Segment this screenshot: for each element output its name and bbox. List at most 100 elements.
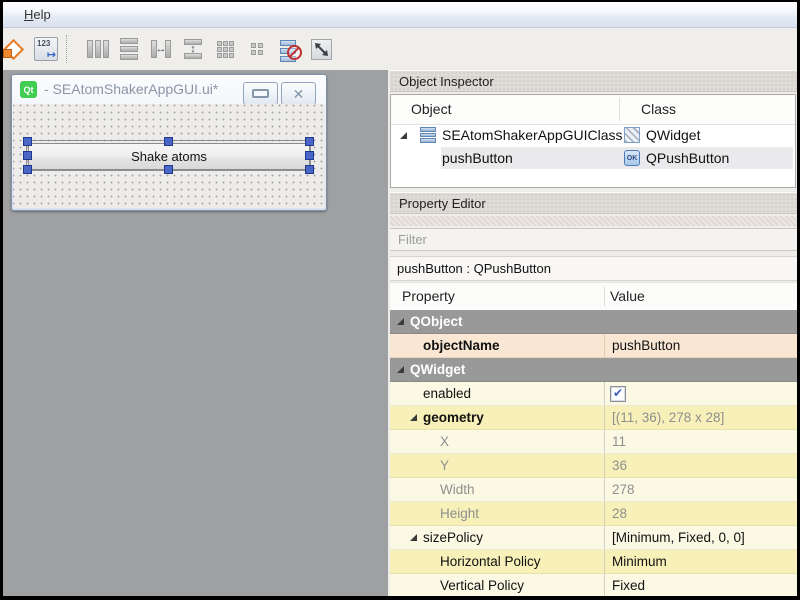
property-row-Vertical-Policy[interactable]: Vertical Policy Fixed	[390, 574, 797, 596]
property-label: X	[440, 434, 449, 449]
tab-order-arrow-icon: ↦	[47, 50, 56, 60]
resize-handle-bottom-mid[interactable]	[164, 165, 173, 174]
adjust-size-icon[interactable]	[309, 37, 333, 61]
layout-grid-icon[interactable]	[213, 37, 237, 61]
property-value: 28	[612, 506, 627, 521]
expand-arrow-icon[interactable]	[400, 132, 407, 139]
vertical-layout-icon	[420, 127, 436, 143]
resize-handle-bottom-left[interactable]	[23, 165, 32, 174]
object-inspector-rows: SEAtomShakerAppGUIClassQWidgetpushButton…	[391, 124, 795, 187]
expand-arrow-icon[interactable]	[397, 366, 404, 373]
property-value: 36	[612, 458, 627, 473]
property-label: Height	[440, 506, 479, 521]
column-class: Class	[641, 101, 676, 117]
property-value-cell[interactable]: ✔	[604, 382, 797, 405]
edit-tab-order-icon[interactable]: 123 ↦	[34, 37, 58, 61]
property-value: 11	[612, 434, 626, 449]
property-value-cell[interactable]: 11	[604, 430, 797, 453]
filter-input[interactable]	[390, 228, 797, 251]
minimize-button[interactable]	[243, 82, 278, 105]
property-group-QWidget[interactable]: QWidget	[390, 358, 797, 382]
property-value-cell[interactable]: Fixed	[604, 574, 797, 596]
property-row-sizePolicy[interactable]: sizePolicy [Minimum, Fixed, 0, 0]	[390, 526, 797, 550]
property-value-cell[interactable]: [(11, 36), 278 x 28]	[604, 406, 797, 429]
layout-form-icon[interactable]	[245, 37, 269, 61]
resize-handle-top-right[interactable]	[305, 137, 314, 146]
column-value: Value	[610, 288, 645, 304]
tab-order-box: 123 ↦	[34, 37, 58, 61]
qpushbutton-icon: OK	[624, 150, 640, 166]
qt-logo-icon: Qt	[20, 81, 37, 98]
form-window-title: - SEAtomShakerAppGUI.ui*	[44, 81, 218, 97]
property-label: sizePolicy	[423, 530, 483, 545]
property-value-cell[interactable]: pushButton	[604, 334, 797, 357]
edit-buddies-icon[interactable]	[3, 37, 25, 61]
checkbox-checked-icon[interactable]: ✔	[610, 386, 626, 402]
form-canvas[interactable]: Shake atoms	[13, 104, 325, 208]
form-designer-window[interactable]: Qt - SEAtomShakerAppGUI.ui* ✕ Shake atom…	[11, 74, 327, 211]
property-row-Height[interactable]: Height 28	[390, 502, 797, 526]
property-value: [Minimum, Fixed, 0, 0]	[612, 530, 745, 545]
property-row-Width[interactable]: Width278	[390, 478, 797, 502]
qwidget-icon	[624, 127, 640, 143]
property-value-cell[interactable]: [Minimum, Fixed, 0, 0]	[604, 526, 797, 549]
column-object: Object	[411, 101, 451, 117]
resize-handle-mid-left[interactable]	[23, 151, 32, 160]
property-row-Y[interactable]: Y 36	[390, 454, 797, 478]
resize-handle-bottom-right[interactable]	[305, 165, 314, 174]
no-entry-icon	[287, 45, 302, 60]
property-row-enabled[interactable]: enabled ✔	[390, 382, 797, 406]
layout-horizontal-icon[interactable]	[86, 37, 110, 61]
splitter-vertical-icon[interactable]: ↕	[181, 37, 205, 61]
property-value: Fixed	[612, 578, 645, 593]
minimize-icon	[252, 89, 269, 98]
property-row-Horizontal-Policy[interactable]: Horizontal PolicyMinimum	[390, 550, 797, 574]
form-editor-area: Qt - SEAtomShakerAppGUI.ui* ✕ Shake atom…	[3, 70, 388, 596]
property-label: enabled	[423, 386, 471, 401]
dock-panel: Object Inspector Object Class SEAtomShak…	[388, 68, 797, 596]
group-label: QWidget	[410, 362, 465, 377]
object-inspector-header: Object Class	[391, 95, 795, 125]
qt-designer-app: Help 123 ↦ ↔	[3, 2, 797, 596]
menu-bar: Help	[3, 2, 797, 28]
object-row-pushButton[interactable]: pushButtonOKQPushButton	[391, 147, 795, 170]
property-row-geometry[interactable]: geometry[(11, 36), 278 x 28]	[390, 406, 797, 430]
object-inspector-tree[interactable]: Object Class SEAtomShakerAppGUIClassQWid…	[390, 94, 796, 188]
property-label: Vertical Policy	[440, 578, 524, 593]
toolbar: 123 ↦ ↔ ↕	[3, 28, 797, 71]
property-row-X[interactable]: X 11	[390, 430, 797, 454]
property-value: pushButton	[612, 338, 680, 353]
expand-arrow-icon[interactable]	[410, 414, 417, 421]
diagonal-arrow-icon	[312, 40, 331, 59]
property-row-objectName[interactable]: objectName pushButton	[390, 334, 797, 358]
property-value-cell[interactable]: Minimum	[604, 550, 797, 573]
property-value-cell[interactable]: 36	[604, 454, 797, 477]
menu-help[interactable]: Help	[18, 5, 57, 24]
property-value: 278	[612, 482, 635, 497]
property-label: objectName	[423, 338, 500, 353]
property-table: QObject objectName pushButton QWidget enable…	[390, 310, 797, 596]
property-group-QObject[interactable]: QObject	[390, 310, 797, 334]
expand-arrow-icon[interactable]	[397, 318, 404, 325]
form-window-titlebar[interactable]: Qt - SEAtomShakerAppGUI.ui* ✕	[12, 75, 326, 104]
property-table-header: Property Value	[390, 282, 797, 311]
property-value: Minimum	[612, 554, 667, 569]
resize-handle-mid-right[interactable]	[305, 151, 314, 160]
object-row-SEAtomShakerAppGUIClass[interactable]: SEAtomShakerAppGUIClassQWidget	[391, 124, 795, 147]
object-name: SEAtomShakerAppGUIClass	[442, 127, 623, 143]
resize-handle-top-left[interactable]	[23, 137, 32, 146]
property-value: [(11, 36), 278 x 28]	[612, 410, 724, 425]
close-button[interactable]: ✕	[281, 82, 316, 105]
selected-object-label: pushButton : QPushButton	[390, 256, 797, 281]
buddy-dot-shape	[3, 49, 12, 58]
break-layout-icon[interactable]	[278, 37, 302, 61]
splitter-horizontal-icon[interactable]: ↔	[149, 37, 173, 61]
resize-handle-top-mid[interactable]	[164, 137, 173, 146]
property-editor-title: Property Editor	[390, 192, 797, 214]
property-label: Y	[440, 458, 449, 473]
column-property: Property	[402, 288, 455, 304]
layout-vertical-icon[interactable]	[117, 37, 141, 61]
property-value-cell[interactable]: 28	[604, 502, 797, 525]
property-value-cell[interactable]: 278	[604, 478, 797, 501]
expand-arrow-icon[interactable]	[410, 534, 417, 541]
